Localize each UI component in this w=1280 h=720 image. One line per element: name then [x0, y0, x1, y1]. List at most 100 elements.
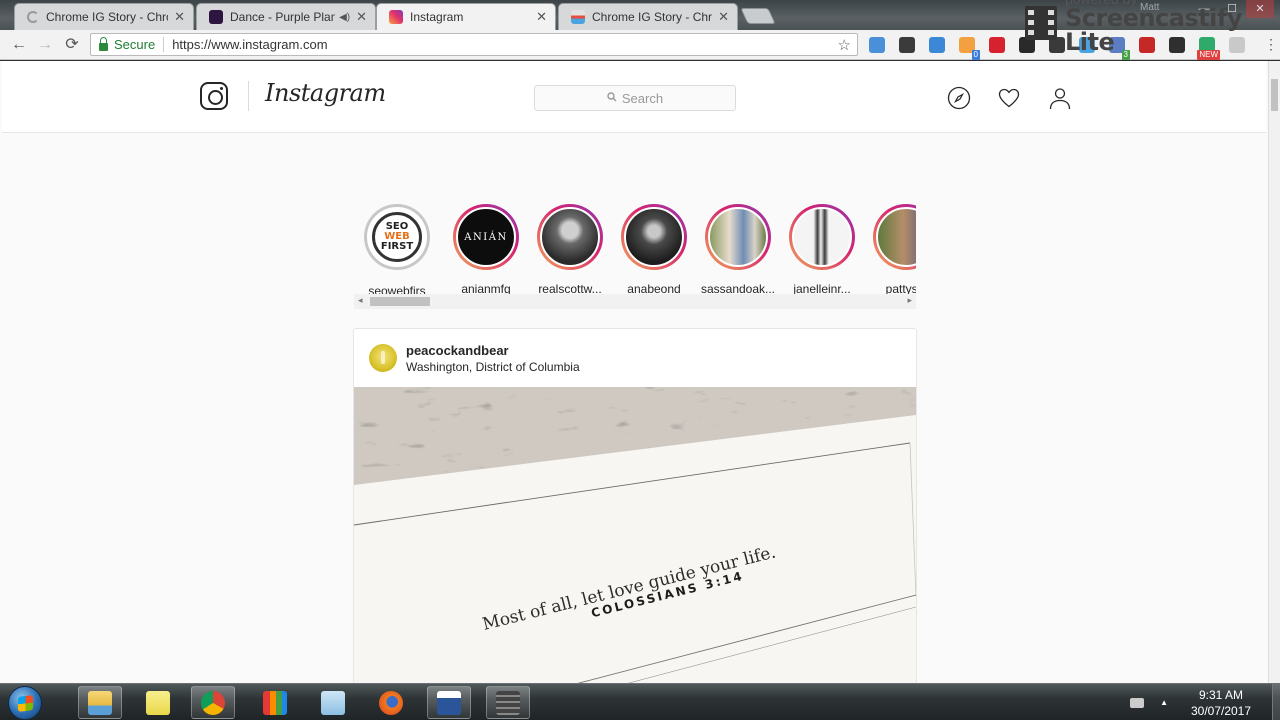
story-ring [789, 204, 855, 270]
ext-1-icon[interactable] [869, 37, 885, 53]
film-strip-icon [1025, 6, 1057, 40]
chrome-icon [201, 690, 225, 715]
story-item[interactable]: anabeond [614, 204, 694, 296]
logo-divider [248, 81, 249, 111]
show-desktop-button[interactable] [1272, 684, 1280, 720]
post-image[interactable]: Most of all, let love guide your life. C… [354, 387, 916, 683]
story-ring [705, 204, 771, 270]
scroll-right-arrow-icon[interactable]: ▸ [907, 295, 912, 306]
windows-taskbar: ▲ 9:31 AM 30/07/2017 [0, 683, 1280, 720]
instagram-icon [389, 10, 403, 24]
story-ring [621, 204, 687, 270]
lock-icon [99, 36, 108, 51]
profile-user-icon[interactable] [1048, 86, 1072, 110]
forward-button[interactable]: → [35, 35, 55, 55]
story-item[interactable]: ANIÁN anianmfg [446, 204, 526, 296]
feed-post: peacockandbear Washington, District of C… [353, 328, 917, 683]
story-item[interactable]: sassandoak... [698, 204, 778, 296]
tab-chrome-ig-story-2[interactable]: Chrome IG Story - Chron ✕ [558, 3, 738, 30]
scroll-left-arrow-icon[interactable]: ◂ [358, 295, 363, 306]
story-item[interactable]: janelleinr... [782, 204, 862, 296]
page-scrollbar-thumb[interactable] [1271, 79, 1278, 111]
close-tab-icon[interactable]: ✕ [536, 9, 547, 25]
post-location[interactable]: Washington, District of Columbia [406, 360, 580, 374]
taskbar-file-explorer[interactable] [78, 686, 122, 719]
scrollbar-thumb[interactable] [370, 297, 430, 306]
story-avatar: ANIÁN [456, 207, 516, 267]
stories-scrollbar[interactable]: ◂ ▸ [354, 294, 916, 309]
instagram-header: Instagram Search [2, 61, 1266, 133]
bookmark-star-icon[interactable]: ☆ [838, 36, 851, 54]
taskbar-word[interactable] [427, 686, 471, 719]
loading-spinner-icon [27, 11, 39, 23]
story-avatar [624, 207, 684, 267]
new-tab-button[interactable] [740, 8, 776, 24]
show-hidden-icons-arrow[interactable]: ▲ [1160, 698, 1168, 707]
story-avatar [876, 207, 916, 267]
tab-label: Chrome IG Story - Chron [592, 10, 713, 24]
taskbar-screencastify[interactable] [486, 686, 530, 719]
tab-chrome-ig-story-1[interactable]: Chrome IG Story - Chron ✕ [14, 3, 194, 30]
extension-badge: 0 [971, 50, 980, 60]
story-avatar [708, 207, 768, 267]
firefox-icon [379, 690, 403, 715]
chrome-web-store-icon [571, 10, 585, 24]
ext-target-icon[interactable]: 0 [959, 37, 980, 60]
system-tray: ▲ 9:31 AM 30/07/2017 [1130, 684, 1280, 720]
keyboard-icon[interactable] [1130, 697, 1145, 708]
tab-dance-purple-planet[interactable]: Dance - Purple Planet ◀) ✕ [196, 3, 376, 30]
instagram-camera-icon[interactable] [200, 82, 228, 110]
taskbar-chrome[interactable] [191, 686, 235, 719]
post-author-avatar[interactable] [369, 344, 397, 372]
tab-label: Dance - Purple Planet [230, 10, 336, 24]
speaker-icon[interactable]: ◀) [339, 12, 350, 23]
tab-label: Instagram [410, 10, 464, 24]
system-clock[interactable]: 9:31 AM 30/07/2017 [1190, 687, 1252, 719]
page-scrollbar[interactable] [1268, 61, 1280, 683]
instagram-wordmark[interactable]: Instagram [265, 79, 386, 107]
pinterest-icon[interactable] [989, 37, 1005, 53]
story-item[interactable]: SEO WEB FIRST seowebfirs [357, 204, 437, 298]
address-bar[interactable]: Secure https://www.instagram.com ☆ [90, 33, 858, 56]
story-ring: SEO WEB FIRST [364, 204, 430, 270]
story-item[interactable]: realscottw... [530, 204, 610, 296]
page-viewport: Instagram Search SEO WEB FIRST seowebfir… [0, 61, 1268, 683]
search-placeholder: Search [621, 90, 664, 106]
story-avatar [540, 207, 600, 267]
story-ring: ANIÁN [453, 204, 519, 270]
story-avatar: SEO WEB FIRST [367, 207, 427, 267]
search-input[interactable]: Search [534, 85, 736, 111]
taskbar-avg-antivirus[interactable] [253, 686, 297, 719]
story-avatar [792, 207, 852, 267]
taskbar-sticky-notes[interactable] [136, 686, 180, 719]
close-tab-icon[interactable]: ✕ [174, 9, 185, 25]
ext-m-icon[interactable] [899, 37, 915, 53]
explore-compass-icon[interactable] [947, 86, 971, 110]
story-item[interactable]: pattyscl [866, 204, 916, 296]
activity-heart-icon[interactable] [997, 86, 1021, 110]
screencastify-brand: Screencastify Lite [1064, 4, 1242, 56]
sticky-notes-icon [146, 690, 170, 715]
story-ring [537, 204, 603, 270]
post-header: peacockandbear Washington, District of C… [354, 329, 916, 387]
purple-planet-icon [209, 10, 223, 24]
word-icon [437, 690, 461, 715]
screencastify-watermark: powered by Screencastify Lite [1025, 0, 1273, 54]
taskbar-firefox[interactable] [369, 686, 413, 719]
back-button[interactable]: ← [9, 35, 29, 55]
taskbar-mail[interactable] [311, 686, 355, 719]
close-tab-icon[interactable]: ✕ [356, 9, 367, 25]
post-username[interactable]: peacockandbear [406, 343, 509, 358]
clock-time: 9:31 AM [1198, 687, 1244, 702]
url-text[interactable]: https://www.instagram.com [172, 37, 837, 52]
story-ring [873, 204, 916, 270]
post-photo-artwork: Most of all, let love guide your life. C… [354, 387, 916, 683]
search-icon [607, 91, 617, 105]
tab-instagram[interactable]: Instagram ✕ [376, 3, 556, 30]
avatar-text: ANIÁN [464, 231, 508, 243]
close-tab-icon[interactable]: ✕ [718, 9, 729, 25]
ext-check-icon[interactable] [929, 37, 945, 53]
reload-button[interactable]: ⟳ [62, 35, 82, 55]
screencastify-icon [496, 690, 520, 715]
start-button[interactable] [8, 686, 42, 720]
